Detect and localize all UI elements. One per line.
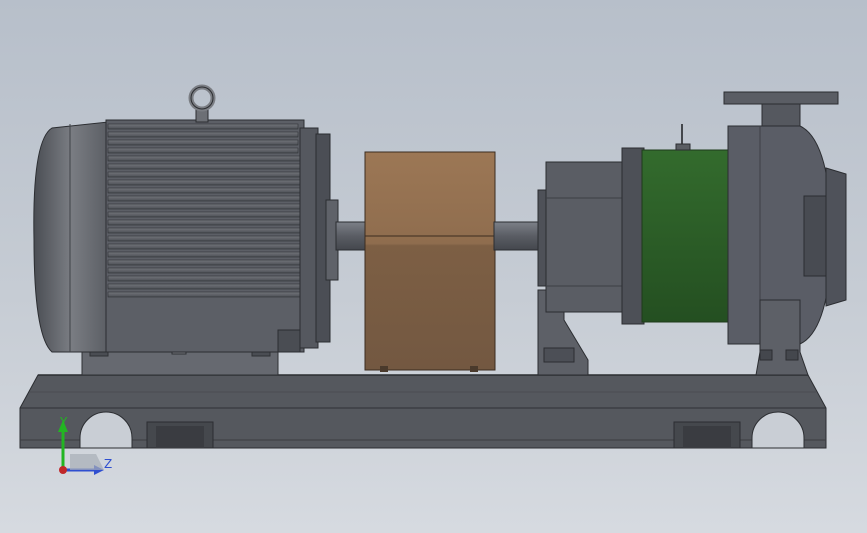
cooling-fin [107, 275, 303, 282]
motor-shaft [335, 221, 367, 251]
magnet-housing [621, 124, 731, 325]
cooling-fin [107, 227, 303, 234]
cooling-fin [107, 171, 303, 178]
coupling-guard [364, 151, 496, 372]
baseplate [19, 374, 827, 449]
cooling-fin [107, 267, 303, 274]
cooling-fin [107, 139, 299, 146]
axis-origin [59, 466, 67, 474]
cooling-fin [107, 195, 303, 202]
pump-shaft [493, 221, 541, 251]
bearing-bracket [537, 161, 627, 376]
cooling-fin [107, 187, 303, 194]
pump-casing [723, 91, 847, 376]
cooling-fin [107, 155, 303, 162]
cooling-fin [107, 179, 303, 186]
cooling-fin [107, 243, 303, 250]
cooling-fin [107, 219, 303, 226]
z-axis-label: Z [104, 457, 112, 471]
cooling-fin [107, 147, 299, 154]
cad-viewport[interactable]: Y Z [0, 0, 867, 533]
y-axis-label: Y [59, 415, 68, 429]
pump-assembly-drawing: Y Z [19, 84, 847, 475]
electric-motor [33, 84, 339, 353]
cooling-fin [107, 251, 303, 258]
cooling-fin [107, 259, 303, 266]
cooling-fin [107, 131, 299, 138]
cooling-fin [107, 211, 303, 218]
cooling-fin [107, 291, 303, 298]
cooling-fin [107, 235, 303, 242]
cooling-fin [107, 283, 303, 290]
cooling-fin [107, 203, 303, 210]
cooling-fin [107, 163, 303, 170]
cooling-fin [107, 123, 299, 130]
